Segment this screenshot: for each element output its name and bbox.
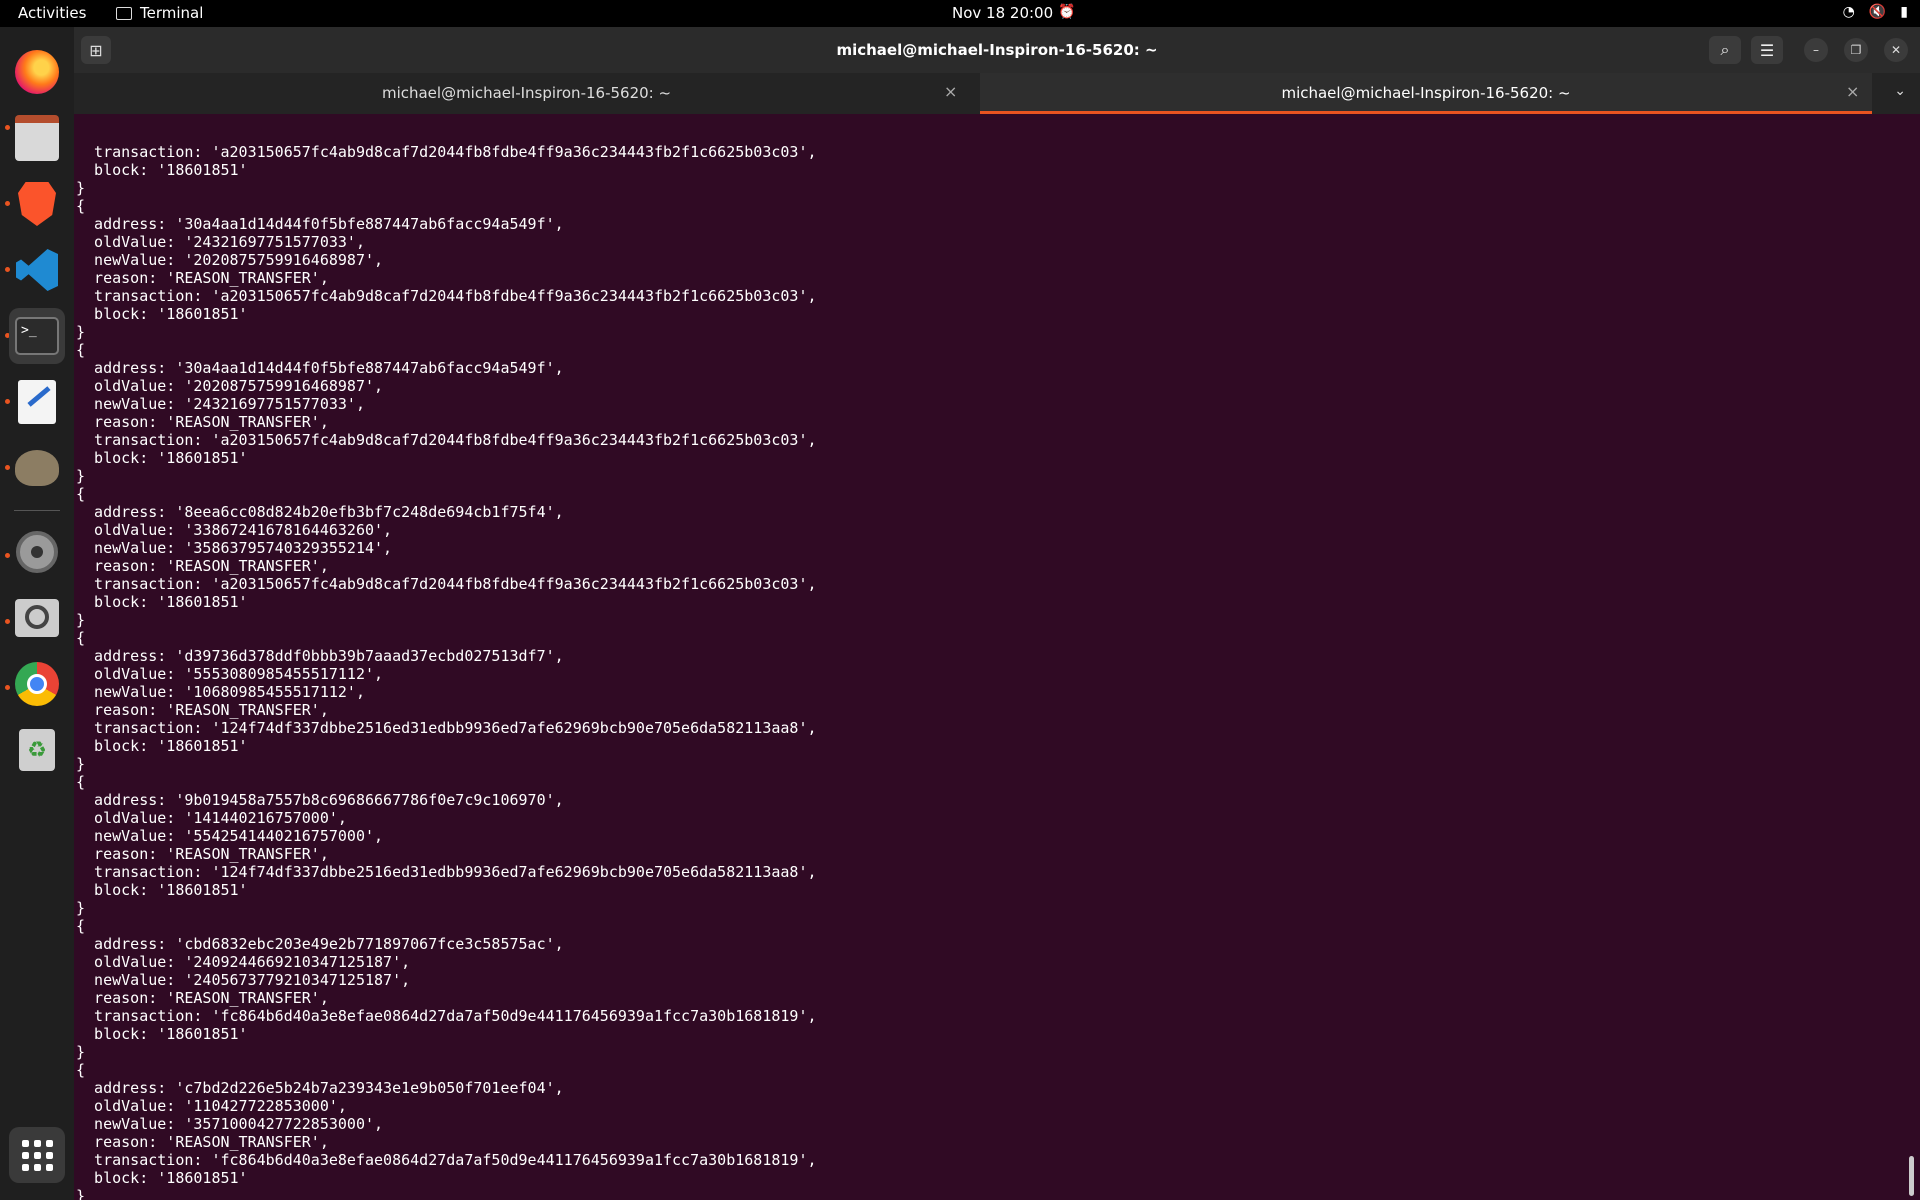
dock: >_ ♻ [0, 27, 74, 1200]
window-title: michael@michael-Inspiron-16-5620: ~ [836, 41, 1158, 59]
app-menu-label: Terminal [140, 4, 204, 22]
dock-files[interactable] [9, 110, 65, 166]
tab-2[interactable]: michael@michael-Inspiron-16-5620: ~ × [980, 73, 1872, 114]
dock-terminal[interactable]: >_ [9, 308, 65, 364]
trash-icon: ♻ [19, 729, 55, 771]
vscode-icon [16, 249, 58, 291]
clock[interactable]: Nov 18 20:00 [952, 4, 1053, 22]
dock-image-viewer[interactable] [9, 590, 65, 646]
alarm-icon: ⏰ [1058, 4, 1076, 20]
search-icon: ⌕ [1720, 40, 1730, 59]
tab-1[interactable]: michael@michael-Inspiron-16-5620: ~ × [74, 73, 979, 114]
search-button[interactable]: ⌕ [1709, 36, 1741, 64]
top-bar: Activities Terminal Nov 18 20:00 ⏰ ◔ 🔇 ▮ [0, 0, 1920, 27]
dock-brave[interactable] [9, 176, 65, 232]
scrollbar[interactable] [1909, 1156, 1914, 1196]
terminal-text: transaction: 'a203150657fc4ab9d8caf7d204… [76, 143, 817, 1200]
dock-vscode[interactable] [9, 242, 65, 298]
terminal-output[interactable]: transaction: 'a203150657fc4ab9d8caf7d204… [74, 114, 1920, 1200]
close-button[interactable]: ✕ [1884, 38, 1908, 62]
apps-grid-icon [21, 1139, 53, 1171]
close-icon: ✕ [1890, 43, 1902, 57]
system-tray[interactable]: ◔ 🔇 ▮ [1843, 4, 1908, 20]
tab-label: michael@michael-Inspiron-16-5620: ~ [381, 84, 672, 102]
tab-list-chevron-icon[interactable]: ⌄ [1894, 83, 1906, 99]
terminal-lines: transaction: 'a203150657fc4ab9d8caf7d204… [76, 143, 817, 1200]
title-bar[interactable]: ⊞ michael@michael-Inspiron-16-5620: ~ ⌕ … [74, 27, 1920, 73]
minimize-icon: – [1813, 43, 1819, 57]
gimp-icon [15, 450, 59, 486]
terminal-window: ⊞ michael@michael-Inspiron-16-5620: ~ ⌕ … [74, 27, 1920, 1200]
app-menu[interactable]: Terminal [116, 4, 203, 22]
tab-close-icon[interactable]: × [944, 82, 957, 101]
tab-bar: michael@michael-Inspiron-16-5620: ~ × mi… [74, 73, 1920, 114]
settings-icon [16, 531, 58, 573]
terminal-icon [116, 6, 132, 20]
firefox-icon [15, 50, 59, 94]
tab-label: michael@michael-Inspiron-16-5620: ~ [1281, 84, 1571, 102]
dock-settings[interactable] [9, 524, 65, 580]
volume-muted-icon: 🔇 [1868, 4, 1887, 20]
text-editor-icon [18, 380, 56, 424]
wifi-icon: ◔ [1842, 4, 1855, 20]
files-icon [15, 115, 59, 161]
image-viewer-icon [15, 599, 59, 637]
chrome-icon [15, 662, 59, 706]
dock-gimp[interactable] [9, 440, 65, 496]
restore-icon: ❐ [1850, 43, 1862, 57]
dock-firefox[interactable] [9, 44, 65, 100]
brave-icon [18, 182, 56, 226]
menu-button[interactable]: ☰ [1751, 36, 1783, 64]
dock-trash[interactable]: ♻ [9, 722, 65, 778]
activities-button[interactable]: Activities [18, 4, 86, 22]
dock-text-editor[interactable] [9, 374, 65, 430]
minimize-button[interactable]: – [1804, 38, 1828, 62]
terminal-app-icon: >_ [15, 317, 59, 355]
hamburger-menu-icon: ☰ [1759, 40, 1775, 60]
dock-separator [14, 510, 60, 511]
battery-icon: ▮ [1900, 4, 1908, 20]
show-applications-button[interactable] [9, 1127, 65, 1183]
maximize-button[interactable]: ❐ [1844, 38, 1868, 62]
dock-chrome[interactable] [9, 656, 65, 712]
tab-close-icon[interactable]: × [1846, 82, 1859, 101]
